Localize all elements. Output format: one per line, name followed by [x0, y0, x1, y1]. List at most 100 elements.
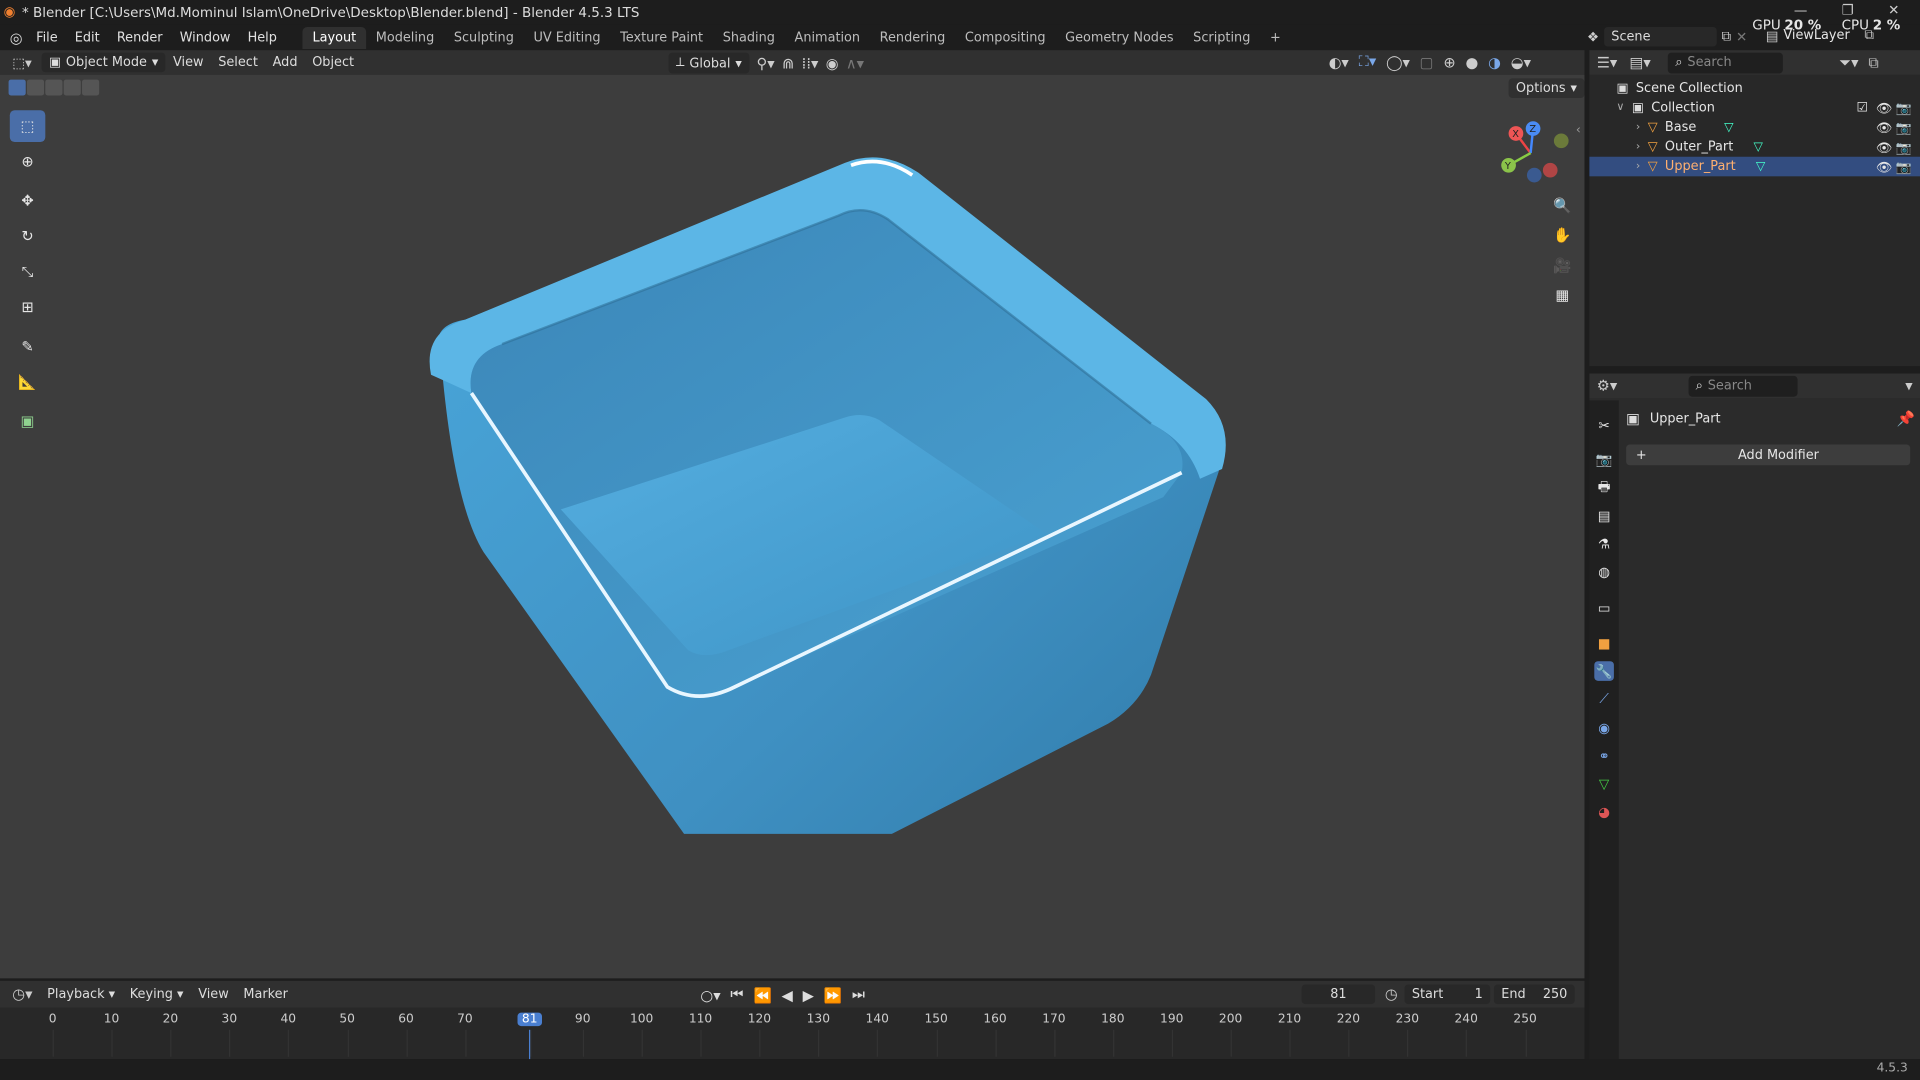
pan-button[interactable]: ✋: [1550, 223, 1574, 247]
options-button[interactable]: Options ▾: [1508, 78, 1585, 98]
axis-neg-z-icon[interactable]: [1526, 167, 1542, 183]
blender-menu-icon[interactable]: ◎: [10, 29, 23, 46]
jump-end-icon[interactable]: ⏭: [852, 986, 865, 1004]
tab-shading[interactable]: Shading: [713, 27, 785, 49]
output-tab-icon[interactable]: 🖶: [1594, 478, 1614, 498]
pivot-icon[interactable]: ⚲▾: [756, 54, 774, 71]
preview-range-icon[interactable]: ◷: [1385, 986, 1398, 1003]
start-frame-field[interactable]: Start 1: [1404, 984, 1491, 1005]
end-frame-field[interactable]: End 250: [1493, 984, 1575, 1005]
axis-neg-x-icon[interactable]: [1542, 162, 1558, 178]
tool-tab-icon[interactable]: ✂: [1594, 415, 1614, 435]
select-invert-icon[interactable]: [63, 79, 81, 96]
eye-icon[interactable]: 👁: [1876, 139, 1892, 155]
outliner-row-scene-collection[interactable]: ▣ Scene Collection: [1589, 78, 1920, 98]
menu-window[interactable]: Window: [171, 31, 239, 46]
properties-search-input[interactable]: ⌕ Search: [1688, 375, 1798, 397]
move-tool[interactable]: ✥: [10, 185, 46, 217]
scene-selector[interactable]: Scene: [1603, 26, 1717, 47]
material-tab-icon[interactable]: ◕: [1594, 802, 1614, 822]
outliner-row-outer-part[interactable]: › ▽ Outer_Part ▽ 👁 📷: [1589, 137, 1920, 157]
modifier-tab-icon[interactable]: 🔧: [1594, 661, 1614, 681]
view-menu[interactable]: View: [166, 53, 211, 73]
particles-tab-icon[interactable]: ⟋: [1594, 689, 1614, 709]
camera-icon[interactable]: 📷: [1896, 159, 1912, 175]
select-subtract-icon[interactable]: [45, 79, 63, 96]
overlay-toggle-icon[interactable]: ◯▾: [1386, 53, 1410, 70]
delete-scene-icon[interactable]: ✕: [1736, 29, 1747, 45]
tab-compositing[interactable]: Compositing: [955, 27, 1055, 49]
camera-view-button[interactable]: 🎥: [1550, 253, 1574, 277]
timeline-area[interactable]: 0 10 20 30 40 50 60 70 81 90 100 110 120 130 140 150 160…: [0, 1007, 1585, 1060]
view-layer-name[interactable]: ViewLayer: [1783, 28, 1849, 43]
camera-icon[interactable]: 📷: [1896, 100, 1912, 116]
menu-render[interactable]: Render: [108, 31, 171, 46]
world-tab-icon[interactable]: ◍: [1594, 562, 1614, 582]
editor-type-icon[interactable]: ⬚▾: [12, 54, 31, 70]
properties-editor-icon[interactable]: ⚙▾: [1597, 377, 1618, 394]
material-shading-icon[interactable]: ◑: [1488, 53, 1501, 70]
timeline-editor-icon[interactable]: ◷▾: [12, 986, 32, 1003]
record-icon[interactable]: ○▾: [700, 986, 720, 1003]
transform-orientation-selector[interactable]: ⟂ Global ▾: [668, 52, 750, 74]
chevron-right-icon[interactable]: ›: [1636, 141, 1640, 153]
jump-start-icon[interactable]: ⏮: [730, 986, 743, 1004]
play-icon[interactable]: ▶: [803, 986, 814, 1003]
snap-icon[interactable]: ⋒: [782, 54, 794, 71]
minimize-icon[interactable]: —: [1794, 2, 1807, 18]
measure-tool[interactable]: 📐: [10, 366, 46, 398]
mesh-data-icon[interactable]: ▽: [1753, 140, 1762, 153]
wireframe-shading-icon[interactable]: ⊕: [1443, 53, 1455, 70]
menu-help[interactable]: Help: [239, 31, 285, 46]
scene-icon[interactable]: ❖: [1587, 29, 1599, 45]
falloff-icon[interactable]: ∧▾: [846, 54, 864, 71]
tab-uv-editing[interactable]: UV Editing: [524, 27, 611, 49]
object-tab-icon[interactable]: ■: [1594, 633, 1614, 653]
add-workspace-button[interactable]: +: [1260, 27, 1290, 49]
cursor-tool[interactable]: ⊕: [10, 146, 46, 178]
3d-viewport[interactable]: Options ▾ ⬚ ⊕ ✥ ↻ ⤡ ⊞ ✎ 📐 ▣ X Z Y ‹ 🔍 ✋ …: [0, 74, 1585, 979]
pin-icon[interactable]: 📌: [1897, 410, 1915, 427]
eye-icon[interactable]: 👁: [1876, 100, 1892, 116]
rendered-shading-icon[interactable]: ◒▾: [1511, 53, 1531, 70]
mesh-object-upper-part[interactable]: [416, 148, 1249, 834]
render-tab-icon[interactable]: 📷: [1594, 449, 1614, 469]
select-menu[interactable]: Select: [211, 53, 265, 73]
tab-modeling[interactable]: Modeling: [366, 27, 444, 49]
tab-rendering[interactable]: Rendering: [870, 27, 955, 49]
gizmo-toggle-icon[interactable]: ⛶▾: [1359, 53, 1377, 71]
menu-edit[interactable]: Edit: [66, 31, 108, 46]
current-frame-field[interactable]: 81: [1301, 984, 1376, 1005]
add-modifier-button[interactable]: + Add Modifier: [1626, 444, 1911, 466]
outliner-row-upper-part[interactable]: › ▽ Upper_Part ▽ 👁 📷: [1589, 156, 1920, 177]
constraints-tab-icon[interactable]: ⚭: [1594, 746, 1614, 766]
menu-file[interactable]: File: [28, 31, 67, 46]
sidebar-toggle-icon[interactable]: ‹: [1576, 124, 1581, 137]
eye-icon[interactable]: 👁: [1876, 119, 1892, 136]
view-layer-tab-icon[interactable]: ▤: [1594, 506, 1614, 526]
camera-icon[interactable]: 📷: [1896, 119, 1912, 136]
new-view-layer-icon[interactable]: ⧉: [1864, 27, 1874, 44]
solid-shading-icon[interactable]: ●: [1465, 53, 1478, 70]
axis-neg-y-icon[interactable]: [1553, 133, 1569, 149]
timeline-view-menu[interactable]: View: [191, 984, 236, 1004]
chevron-down-icon[interactable]: ∨: [1616, 102, 1624, 114]
scale-tool[interactable]: ⤡: [10, 256, 46, 288]
add-cube-tool[interactable]: ▣: [10, 405, 46, 437]
outliner-editor-icon[interactable]: ☰▾: [1597, 54, 1618, 71]
snap-target-icon[interactable]: ⁞⁞▾: [802, 54, 819, 71]
proportional-edit-icon[interactable]: ◉: [826, 54, 839, 71]
tab-geometry-nodes[interactable]: Geometry Nodes: [1055, 27, 1183, 49]
add-menu[interactable]: Add: [265, 53, 305, 73]
select-new-icon[interactable]: [8, 79, 26, 96]
zoom-button[interactable]: 🔍: [1550, 193, 1574, 217]
select-intersect-icon[interactable]: [82, 79, 100, 96]
perspective-toggle-button[interactable]: ▦: [1550, 283, 1574, 307]
visibility-filter-icon[interactable]: ◐▾: [1329, 53, 1349, 70]
close-icon[interactable]: ✕: [1888, 2, 1899, 18]
mode-selector[interactable]: ▣ Object Mode ▾: [41, 52, 166, 73]
chevron-right-icon[interactable]: ›: [1636, 121, 1640, 133]
annotate-tool[interactable]: ✎: [10, 331, 46, 363]
playback-menu[interactable]: Playback ▾: [40, 984, 123, 1004]
scene-tab-icon[interactable]: ⚗: [1594, 534, 1614, 554]
